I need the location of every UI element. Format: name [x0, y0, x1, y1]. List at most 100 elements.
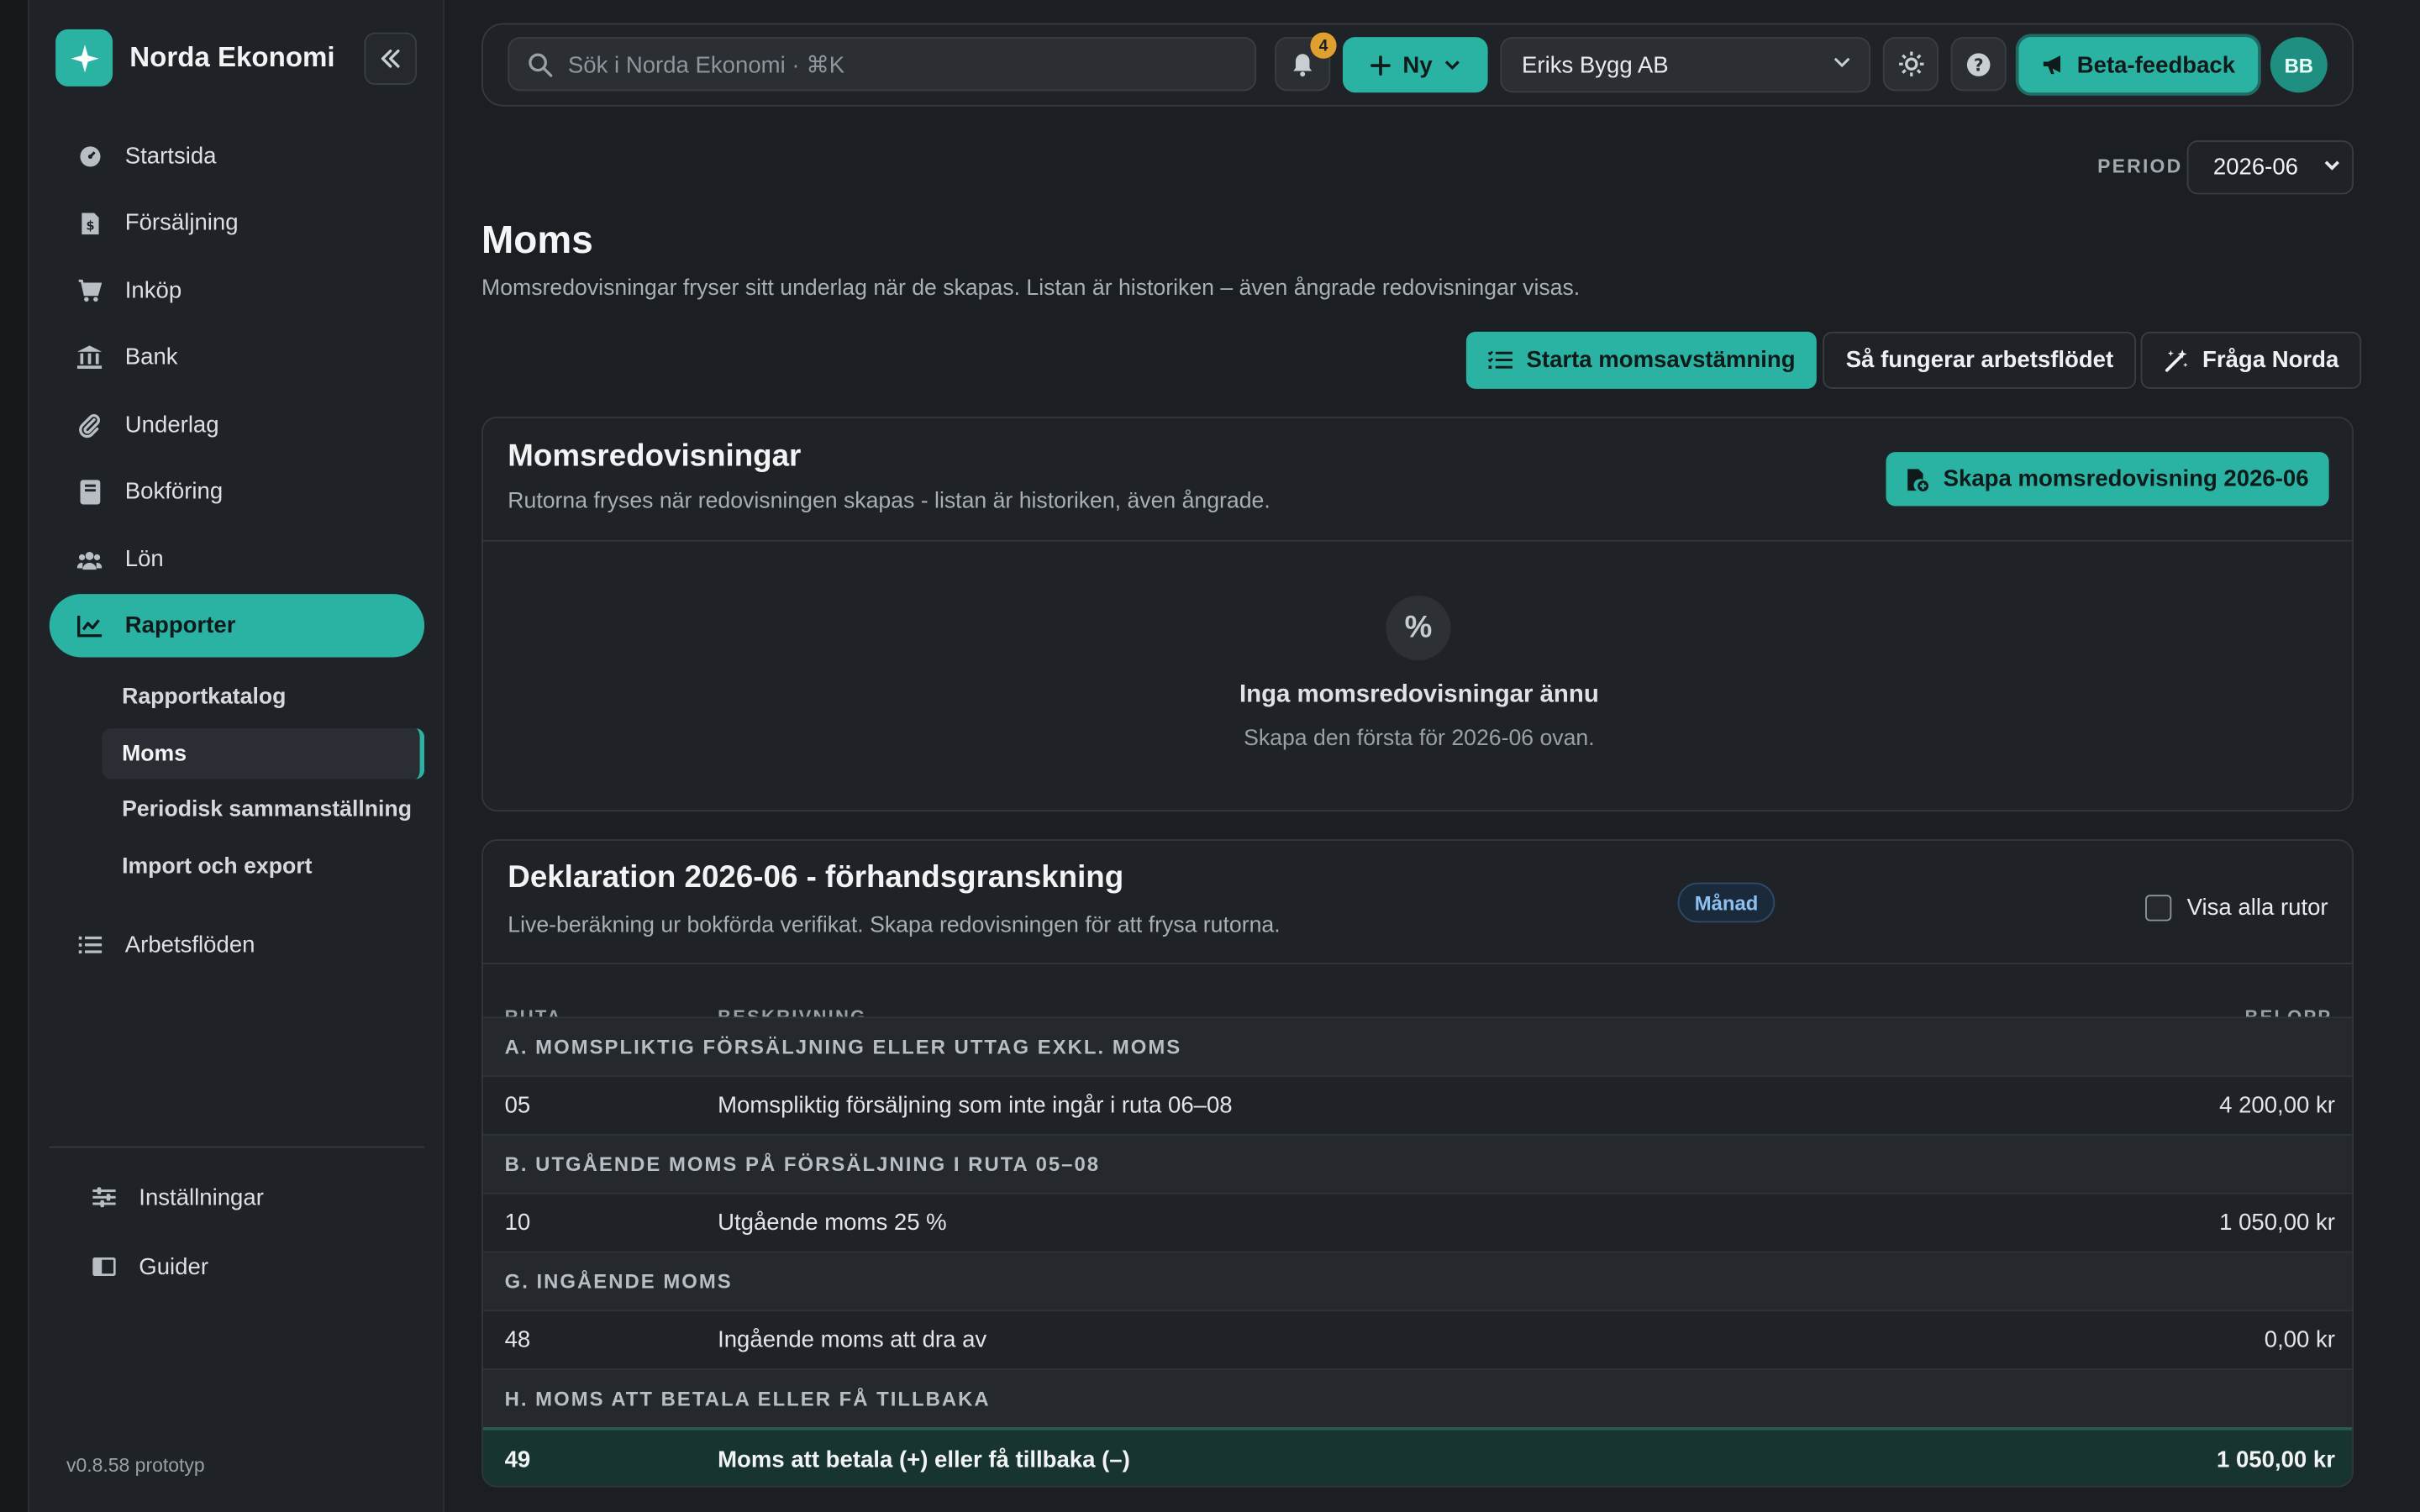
- nav-arbetsfloden[interactable]: Arbetsflöden: [50, 913, 424, 976]
- theme-toggle-button[interactable]: [1882, 37, 1939, 92]
- version-label: v0.8.58 prototyp: [66, 1455, 205, 1477]
- nav-installningar[interactable]: Inställningar: [91, 1174, 264, 1221]
- nav-forsaljning[interactable]: $ Försäljning: [50, 192, 424, 255]
- start-vat-reconciliation-button[interactable]: Starta momsavstämning: [1465, 331, 1818, 389]
- empty-state-subtitle: Skapa den första för 2026-06 ovan.: [1244, 727, 1595, 752]
- help-icon: ?: [1966, 52, 1991, 76]
- search-placeholder: Sök i Norda Ekonomi · ⌘K: [567, 51, 845, 78]
- description-cell: Utgående moms 25 %: [718, 1210, 947, 1236]
- app-name: Norda Ekonomi: [129, 41, 335, 73]
- brand[interactable]: Norda Ekonomi: [55, 29, 335, 87]
- footer-label: Guider: [139, 1253, 209, 1280]
- search-input[interactable]: Sök i Norda Ekonomi · ⌘K: [508, 37, 1257, 92]
- how-workflow-works-label: Så fungerar arbetsflödet: [1845, 347, 2114, 374]
- notification-count-badge: 4: [1310, 32, 1337, 59]
- create-vat-report-label: Skapa momsredovisning 2026-06: [1943, 465, 2309, 492]
- file-plus-icon: [1907, 468, 1929, 491]
- sidebar: Norda Ekonomi Startsida $ Försäljning In…: [28, 0, 445, 1512]
- nav-label: Rapporter: [124, 612, 236, 639]
- nav-underlag[interactable]: Underlag: [50, 393, 424, 456]
- declaration-subtitle: Live-beräkning ur bokförda verifikat. Sk…: [508, 913, 1281, 938]
- period-label: PERIOD: [2097, 155, 2183, 178]
- ruta-cell: 49: [504, 1446, 531, 1473]
- table-row: 10 Utgående moms 25 % 1 050,00 kr: [482, 1192, 2353, 1252]
- beta-feedback-label: Beta-feedback: [2076, 51, 2236, 78]
- sub-periodisk-sammanstallning[interactable]: Periodisk sammanställning: [102, 784, 424, 835]
- nav-lon[interactable]: Lön: [50, 528, 424, 591]
- show-all-checkbox[interactable]: [2145, 895, 2172, 921]
- percent-icon: %: [1386, 595, 1451, 661]
- nav-guider[interactable]: Guider: [91, 1243, 208, 1289]
- sub-rapportkatalog[interactable]: Rapportkatalog: [102, 671, 424, 722]
- footer-label: Inställningar: [139, 1184, 264, 1210]
- new-label: Ny: [1402, 51, 1433, 78]
- ask-norda-label: Fråga Norda: [2202, 347, 2339, 374]
- nav-rapporter[interactable]: Rapporter: [49, 594, 425, 658]
- gauge-icon: [77, 144, 102, 169]
- table-row: 05 Momspliktig försäljning som inte ingå…: [482, 1075, 2353, 1135]
- paperclip-icon: [77, 412, 102, 438]
- nav-label: Lön: [124, 546, 164, 573]
- card-title: Momsredovisningar: [508, 439, 802, 474]
- declaration-title: Deklaration 2026-06 - förhandsgranskning: [508, 860, 1124, 895]
- section-row: B. UTGÅENDE MOMS PÅ FÖRSÄLJNING I RUTA 0…: [482, 1134, 2353, 1193]
- nav-inkop[interactable]: Inköp: [50, 260, 424, 323]
- svg-text:?: ?: [1974, 55, 1984, 75]
- card-divider: [482, 539, 2353, 542]
- user-avatar[interactable]: BB: [2270, 37, 2328, 93]
- create-vat-report-button[interactable]: Skapa momsredovisning 2026-06: [1886, 452, 2329, 507]
- nav-bank[interactable]: Bank: [50, 326, 424, 389]
- description-cell: Ingående moms att dra av: [718, 1326, 987, 1353]
- nav-label: Bank: [124, 344, 178, 370]
- book-icon: [77, 479, 102, 504]
- nav-bokforing[interactable]: Bokföring: [50, 459, 424, 522]
- nav-label: Inköp: [124, 277, 182, 304]
- nav-label: Försäljning: [124, 209, 239, 237]
- megaphone-icon: [2043, 55, 2060, 75]
- table-divider: [482, 963, 2353, 964]
- ruta-cell: 05: [504, 1092, 531, 1119]
- sliders-icon: [91, 1185, 115, 1210]
- empty-state-title: Inga momsredovisningar ännu: [1239, 681, 1599, 709]
- sidebar-divider: [49, 1146, 425, 1148]
- amount-cell: 0,00 kr: [2264, 1326, 2335, 1353]
- nav-label: Startsida: [124, 143, 217, 171]
- ruta-cell: 10: [504, 1210, 531, 1236]
- sub-moms[interactable]: Moms: [102, 727, 425, 780]
- sparkle-logo-icon: [55, 29, 113, 87]
- section-row: A. MOMSPLIKTIG FÖRSÄLJNING ELLER UTTAG E…: [482, 1016, 2353, 1076]
- magic-wand-icon: [2165, 349, 2188, 371]
- cart-icon: [77, 279, 103, 303]
- beta-feedback-button[interactable]: Beta-feedback: [2018, 37, 2259, 93]
- help-button[interactable]: ?: [1950, 37, 2007, 92]
- ask-norda-button[interactable]: Fråga Norda: [2140, 331, 2362, 389]
- start-vat-reconciliation-label: Starta momsavstämning: [1526, 347, 1796, 374]
- chevron-down-icon: [1833, 57, 1850, 68]
- nav-label: Arbetsflöden: [124, 932, 255, 958]
- show-all-boxes-toggle[interactable]: Visa alla rutor: [2145, 895, 2328, 921]
- show-all-label: Visa alla rutor: [2186, 895, 2328, 921]
- chevron-down-icon: [2324, 160, 2339, 171]
- bank-icon: [76, 345, 103, 370]
- new-button[interactable]: Ny: [1342, 37, 1488, 93]
- collapse-sidebar-button[interactable]: [364, 32, 417, 86]
- book-open-icon: [91, 1254, 115, 1278]
- description-cell: Moms att betala (+) eller få tillbaka (–…: [718, 1446, 1130, 1473]
- list-check-icon: [1487, 350, 1513, 369]
- nav-startsida[interactable]: Startsida: [50, 125, 424, 188]
- how-workflow-works-button[interactable]: Så fungerar arbetsflödet: [1823, 331, 2137, 389]
- svg-text:$: $: [85, 218, 93, 233]
- company-select[interactable]: Eriks Bygg AB: [1500, 37, 1871, 93]
- list-check-icon: [77, 932, 102, 957]
- sun-gear-icon: [1898, 51, 1923, 76]
- declaration-preview-card: Deklaration 2026-06 - förhandsgranskning…: [481, 839, 2354, 1488]
- amount-cell: 4 200,00 kr: [2219, 1092, 2335, 1119]
- period-value: 2026-06: [2212, 154, 2299, 181]
- sub-import-export[interactable]: Import och export: [102, 841, 424, 892]
- chart-line-icon: [77, 613, 103, 638]
- amount-cell: 1 050,00 kr: [2217, 1446, 2335, 1473]
- chevrons-left-icon: [381, 49, 400, 68]
- search-icon: [528, 52, 553, 76]
- period-type-badge: Månad: [1677, 882, 1776, 923]
- period-select[interactable]: 2026-06: [2186, 140, 2354, 195]
